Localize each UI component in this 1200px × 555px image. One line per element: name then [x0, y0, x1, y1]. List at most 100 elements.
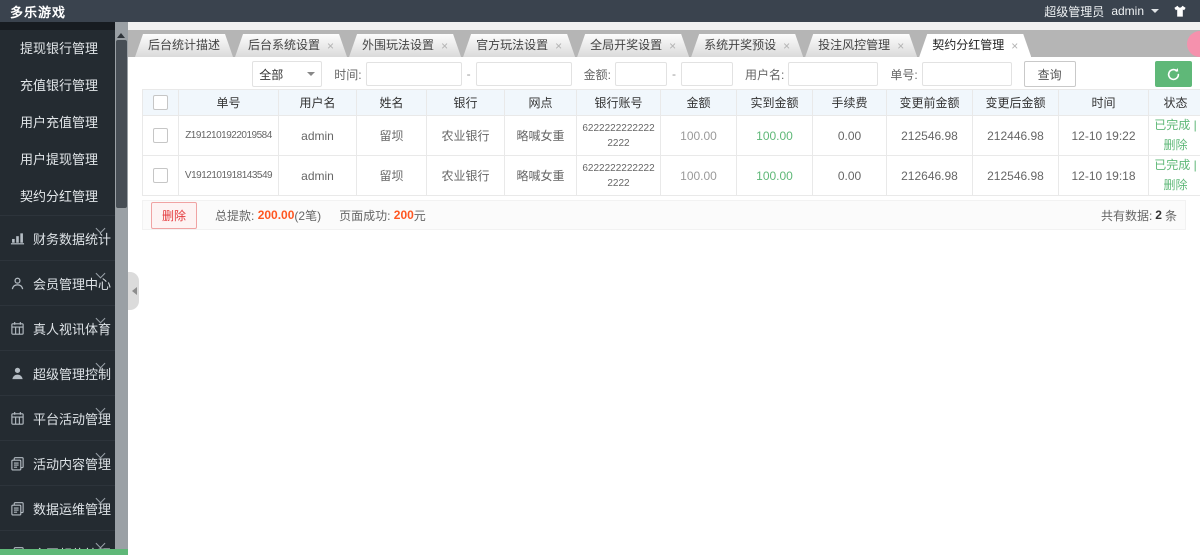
cell-amount: 100.00 [660, 155, 737, 196]
tab[interactable]: 官方玩法设置 × [463, 34, 575, 57]
time-to-input[interactable] [475, 62, 572, 86]
tab[interactable]: 外围玩法设置 × [349, 34, 461, 57]
cell-order: Z1912101922019584 [178, 115, 279, 156]
sidebar-collapse-handle[interactable] [128, 272, 139, 310]
refresh-button[interactable] [1155, 61, 1192, 87]
summary-bar: 删除 总提款: 200.00 (2笔) 页面成功: 200 元 共有数据: 2 … [142, 200, 1186, 230]
sidebar-menu-item[interactable]: 超级管理控制 [0, 350, 115, 395]
member-icon [10, 276, 25, 291]
scrollbar-thumb[interactable] [116, 40, 127, 208]
user-menu[interactable]: 超级管理员 admin [1044, 3, 1188, 20]
table-header-row: 单号 用户名 姓名 银行 网点 银行账号 金额 实到金额 手续费 变更前金额 变更后金额 时间 状态 [142, 89, 1200, 116]
sidebar-subitem[interactable]: 用户提现管理 [0, 141, 115, 178]
cell-received: 100.00 [736, 115, 813, 156]
sidebar-menu-item[interactable]: 会员管理中心 [0, 260, 115, 305]
cell-time: 12-10 19:22 [1058, 115, 1149, 156]
status-filter-select[interactable]: 全部 [252, 61, 323, 87]
row-checkbox[interactable] [153, 168, 168, 184]
main-panel: 后台统计描述 后台系统设置 × 外围玩法设置 × 官方玩法设置 × 全局开奖设置 × 系统开奖预设… [128, 22, 1200, 555]
cell-user: admin [278, 115, 357, 156]
sidebar-menu-item[interactable]: 数据运维管理 [0, 485, 115, 530]
table-row: V1912101918143549 admin 留坝 农业银行 略喊女重 62222222… [142, 155, 1200, 196]
sidebar-menu-item[interactable]: 平台活动管理 [0, 395, 115, 440]
calendar-icon [10, 411, 25, 426]
amount-from-input[interactable] [614, 62, 667, 86]
column-header: 银行账号 [576, 89, 661, 116]
column-header: 单号 [178, 89, 279, 116]
amount-to-input[interactable] [680, 62, 733, 86]
chevron-down-icon [307, 72, 316, 80]
selected-value: 全部 [259, 67, 284, 82]
order-filter-label: 单号: [890, 67, 918, 82]
time-filter-label: 时间: [334, 67, 362, 82]
tab-label: 后台统计描述 [148, 38, 221, 52]
row-checkbox[interactable] [153, 128, 168, 144]
app-logo: 多乐游戏 [10, 4, 67, 20]
cell-fee: 0.00 [812, 155, 887, 196]
range-separator: - [671, 67, 676, 81]
tab-label: 系统开奖预设 [704, 38, 777, 52]
total-withdraw-label: 总提款: [215, 208, 255, 223]
calendar-icon [10, 321, 25, 336]
column-header: 手续费 [812, 89, 887, 116]
table-head: 单号 用户名 姓名 银行 网点 银行账号 金额 实到金额 手续费 变更前金额 变更后金额 时间 状态 [142, 89, 1200, 116]
cell-status[interactable]: 已完成 | 删除 [1148, 115, 1200, 156]
column-header: 金额 [660, 89, 737, 116]
scroll-up-icon[interactable] [117, 29, 125, 38]
cell-amount: 100.00 [660, 115, 737, 156]
cell-name: 留坝 [356, 115, 427, 156]
close-icon[interactable]: × [327, 40, 334, 52]
tab[interactable]: 全局开奖设置 × [577, 34, 689, 57]
shirt-icon[interactable] [1172, 4, 1188, 19]
sidebar: 提现银行管理 充值银行管理 用户充值管理 用户提现管理 契约分红管理 财务数据统计 会员管… [0, 22, 115, 555]
page-success-value: 200 [393, 208, 414, 222]
sidebar-menu: 财务数据统计 会员管理中心 真人视讯体育 超级管理控制 平台活动管理 活动内容管理 数据运维… [0, 215, 115, 555]
admin-role-label: 超级管理员 [1044, 4, 1105, 19]
cell-order: V1912101918143549 [178, 155, 279, 196]
sidebar-menu-item[interactable]: 财务数据统计 [0, 215, 115, 260]
tab[interactable]: 契约分红管理 × [919, 34, 1031, 57]
tab-label: 后台系统设置 [248, 38, 321, 52]
tab[interactable]: 系统开奖预设 × [691, 34, 803, 57]
close-icon[interactable]: × [555, 40, 562, 52]
delete-selected-button[interactable]: 删除 [151, 201, 198, 229]
tab-strip: 后台统计描述 后台系统设置 × 外围玩法设置 × 官方玩法设置 × 全局开奖设置 × 系统开奖预设… [128, 30, 1200, 57]
tab[interactable]: 后台系统设置 × [235, 34, 347, 57]
close-icon[interactable]: × [669, 40, 676, 52]
column-header: 姓名 [356, 89, 427, 116]
tab[interactable]: 投注风控管理 × [805, 34, 917, 57]
range-separator: - [466, 67, 471, 81]
sidebar-menu-item[interactable]: 活动内容管理 [0, 440, 115, 485]
cell-time: 12-10 19:18 [1058, 155, 1149, 196]
sidebar-subitem[interactable]: 用户充值管理 [0, 104, 115, 141]
sidebar-subitem[interactable]: 充值银行管理 [0, 67, 115, 104]
sidebar-scrollbar[interactable] [115, 22, 128, 555]
close-icon[interactable]: × [1011, 40, 1018, 52]
close-icon[interactable]: × [783, 40, 790, 52]
search-button[interactable]: 查询 [1023, 61, 1076, 87]
column-header: 用户名 [278, 89, 357, 116]
sidebar-subitem[interactable]: 契约分红管理 [0, 178, 115, 215]
username-input[interactable] [788, 62, 879, 86]
topbar: 多乐游戏 超级管理员 admin [0, 0, 1200, 22]
tab-label: 投注风控管理 [818, 38, 891, 52]
filter-toolbar: 全部 时间: - 金额: - 用户名: 单号: 查询 [136, 61, 1192, 87]
close-icon[interactable]: × [897, 40, 904, 52]
order-number-input[interactable] [921, 62, 1012, 86]
sidebar-subitem[interactable]: 提现银行管理 [0, 30, 115, 67]
column-header: 变更前金额 [886, 89, 973, 116]
sidebar-menu-item[interactable]: 真人视讯体育 [0, 305, 115, 350]
cell-branch: 略喊女重 [504, 155, 577, 196]
select-all-checkbox[interactable] [153, 95, 168, 111]
cell-status[interactable]: 已完成 | 删除 [1148, 155, 1200, 196]
tab-label: 全局开奖设置 [590, 38, 663, 52]
tab[interactable]: 后台统计描述 [135, 34, 233, 57]
page-success-label: 页面成功: [339, 208, 391, 223]
cell-bank: 农业银行 [426, 155, 505, 196]
close-icon[interactable]: × [441, 40, 448, 52]
withdraw-table: 单号 用户名 姓名 银行 网点 银行账号 金额 实到金额 手续费 变更前金额 变更后金额 时间 状态 Z… [142, 89, 1200, 196]
time-from-input[interactable] [365, 62, 462, 86]
doc-icon [10, 501, 25, 516]
tab-label: 契约分红管理 [932, 38, 1005, 52]
cell-user: admin [278, 155, 357, 196]
